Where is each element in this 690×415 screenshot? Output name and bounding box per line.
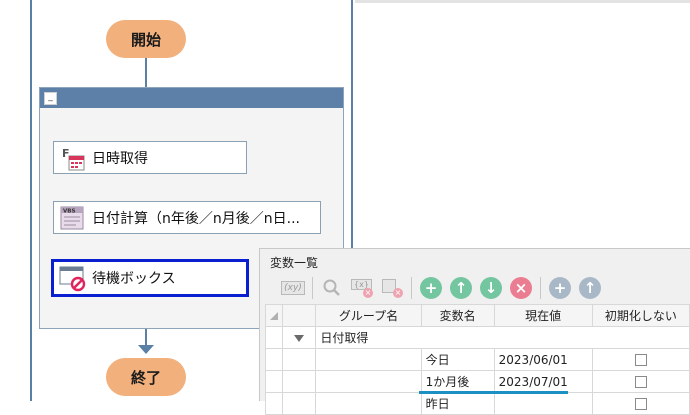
table-row[interactable]: 今日 2023/06/01	[265, 348, 690, 371]
no-init-checkbox[interactable]	[634, 398, 647, 410]
vbs-script-icon: VBS	[58, 204, 86, 232]
arrow-up-icon: ↑	[579, 277, 601, 299]
start-label: 開始	[130, 30, 161, 49]
close-icon: ×	[510, 277, 532, 299]
column-header-group[interactable]: グループ名	[315, 304, 422, 327]
arrow-up-icon: ↑	[450, 277, 472, 299]
highlight-underline	[419, 391, 568, 394]
toolbar-separator	[312, 277, 313, 299]
search-button[interactable]	[317, 273, 347, 303]
connector-arrow	[138, 345, 154, 354]
end-label: 終了	[130, 368, 161, 387]
end-node[interactable]: 終了	[106, 358, 186, 396]
plus-icon: +	[549, 277, 571, 299]
variable-toolbar: (xy) {x} × × + ↑ ↓ × + ↑	[260, 273, 690, 303]
variable-name-cell[interactable]: 1か月後	[420, 370, 495, 393]
variable-name-cell[interactable]: 今日	[420, 348, 495, 371]
calendar-function-icon: F	[58, 144, 86, 172]
expander-header	[281, 304, 317, 327]
xy-icon: (xy)	[281, 281, 305, 295]
table-row[interactable]: 昨日	[265, 392, 690, 415]
toolbar-separator	[411, 277, 412, 299]
svg-text:F: F	[62, 147, 70, 160]
column-header-name[interactable]: 変数名	[420, 304, 495, 327]
no-init-checkbox-cell	[591, 370, 690, 393]
connector-line	[145, 58, 147, 88]
move-down-button[interactable]: ↓	[476, 273, 506, 303]
collapse-button[interactable]: _	[44, 92, 57, 105]
table-row[interactable]: 1か月後 2023/07/01	[265, 370, 690, 393]
no-init-checkbox[interactable]	[634, 376, 647, 388]
no-init-checkbox-cell	[591, 392, 690, 415]
expand-toggle[interactable]	[281, 326, 317, 349]
no-init-checkbox[interactable]	[634, 354, 647, 366]
toolbar-separator	[540, 277, 541, 299]
variable-remove-icon: {x} ×	[351, 278, 373, 298]
delete-button[interactable]: ×	[506, 273, 536, 303]
column-header-value[interactable]: 現在値	[493, 304, 593, 327]
variable-value-cell[interactable]: 2023/07/01	[493, 370, 593, 393]
group-row[interactable]: 日付取得	[265, 326, 690, 349]
move-up-button[interactable]: ↑	[446, 273, 476, 303]
add-button[interactable]: +	[416, 273, 446, 303]
clear-variable-button[interactable]: ×	[377, 273, 407, 303]
group-name-cell: 日付取得	[315, 326, 690, 349]
remove-variable-button[interactable]: {x} ×	[347, 273, 377, 303]
variable-list-panel: 変数一覧 (xy) {x} × × + ↑ ↓ × + ↑ グループ名 変数名 …	[259, 248, 690, 415]
table-header-row: グループ名 変数名 現在値 初期化しない	[265, 304, 690, 327]
corner-cell	[265, 304, 283, 327]
variable-name-cell[interactable]: 昨日	[420, 392, 495, 415]
grid-remove-icon: ×	[381, 278, 403, 298]
action-label: 待機ボックス	[92, 271, 176, 287]
xy-variable-button[interactable]: (xy)	[278, 273, 308, 303]
action-label: 日付計算（n年後／n月後／n日...	[92, 210, 300, 227]
arrow-down-icon: ↓	[480, 277, 502, 299]
add-group-button[interactable]: +	[545, 273, 575, 303]
no-init-checkbox-cell	[591, 348, 690, 371]
group-up-button[interactable]: ↑	[575, 273, 605, 303]
action-label: 日時取得	[92, 150, 148, 167]
svg-text:VBS: VBS	[63, 208, 75, 214]
variable-value-cell[interactable]	[493, 392, 593, 415]
chevron-down-icon	[294, 334, 305, 342]
variable-table: グループ名 変数名 現在値 初期化しない 日付取得 今日 2023/06/01 …	[265, 304, 690, 415]
top-divider	[355, 0, 690, 3]
plus-icon: +	[420, 277, 442, 299]
start-node[interactable]: 開始	[106, 20, 186, 58]
action-get-datetime[interactable]: F 日時取得	[53, 141, 247, 174]
search-icon	[323, 279, 340, 296]
corner-triangle-icon	[270, 311, 278, 320]
action-date-calc[interactable]: VBS 日付計算（n年後／n月後／n日...	[53, 201, 321, 234]
wait-dialog-icon	[58, 264, 86, 292]
variable-value-cell[interactable]: 2023/06/01	[493, 348, 593, 371]
connector-line	[145, 329, 147, 346]
action-wait-box[interactable]: 待機ボックス	[51, 259, 249, 297]
panel-title: 変数一覧	[270, 256, 319, 270]
column-header-no-init[interactable]: 初期化しない	[591, 304, 690, 327]
group-header[interactable]: _	[40, 88, 343, 108]
